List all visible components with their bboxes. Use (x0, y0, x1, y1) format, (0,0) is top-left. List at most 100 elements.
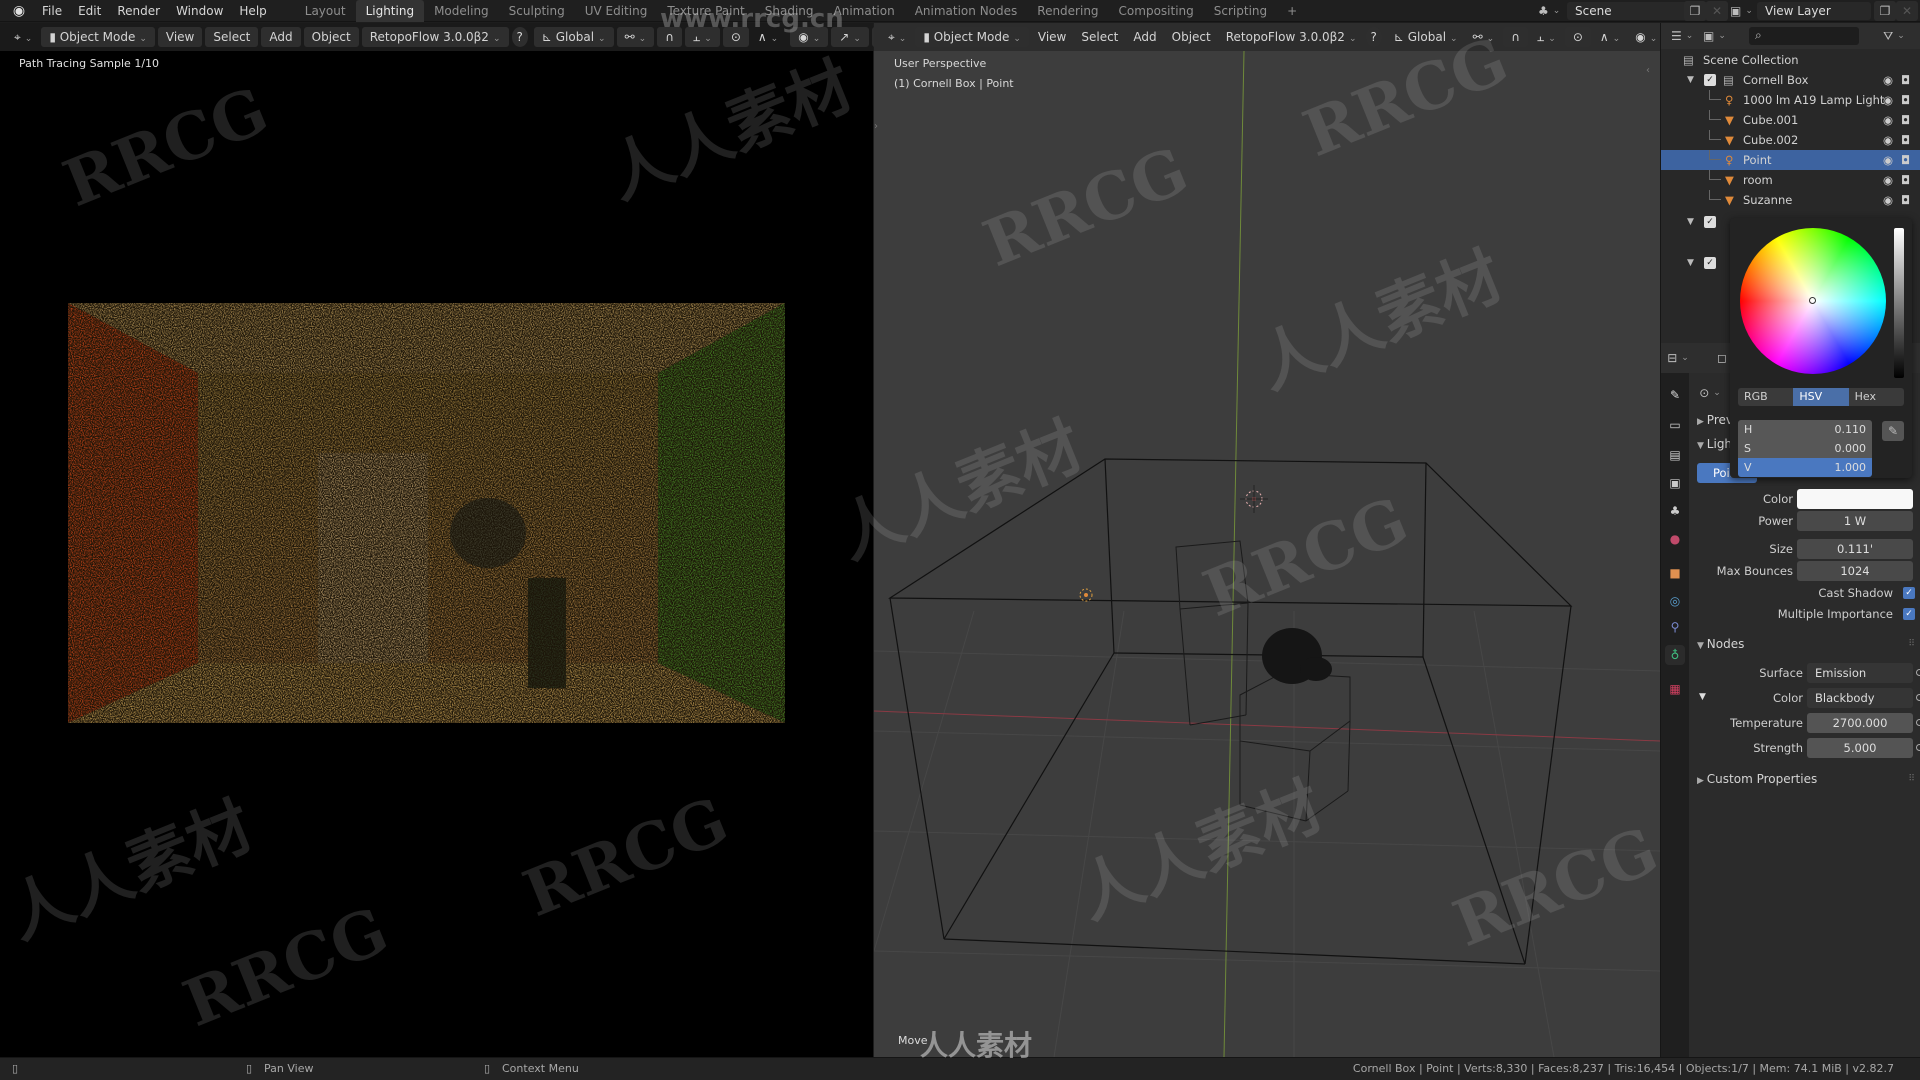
world-tab-icon[interactable]: ● (1665, 529, 1685, 549)
strength-field[interactable]: 5.000 (1807, 738, 1913, 758)
nodes-panel-header[interactable]: ▼ Nodes ⠿ (1689, 633, 1920, 655)
menu-window[interactable]: Window (168, 0, 231, 22)
visibility-icon[interactable]: ◉ ⌄ (1629, 27, 1663, 47)
view-layer-tab-icon[interactable]: ▣ (1665, 473, 1685, 493)
collection-checkbox[interactable]: ✓ (1704, 216, 1716, 228)
value-field[interactable]: V 1.000 (1738, 458, 1872, 477)
socket-icon[interactable] (1916, 719, 1920, 726)
scene-tab-icon[interactable]: ♣ (1665, 501, 1685, 521)
pivot-icon[interactable]: ⚯ ⌄ (1467, 27, 1501, 47)
expand-arrow-icon[interactable]: ▼ (1687, 70, 1694, 90)
socket-icon[interactable] (1916, 694, 1920, 701)
toolbar-expand-icon[interactable]: › (874, 121, 884, 135)
menu-select[interactable]: Select (205, 27, 259, 47)
output-tab-icon[interactable]: ▤ (1665, 445, 1685, 465)
add-workspace-button[interactable]: + (1277, 0, 1307, 22)
hue-field[interactable]: H 0.110 (1738, 420, 1872, 439)
delete-scene-icon[interactable]: ✕ (1706, 1, 1728, 21)
mode-dropdown[interactable]: ▮ Object Mode ⌄ (41, 27, 155, 47)
eye-icon[interactable]: ◉ (1883, 170, 1893, 190)
eye-icon[interactable]: ◉ (1883, 110, 1893, 130)
3d-viewport[interactable]: User Perspective (1) Cornell Box | Point… (874, 51, 1660, 1057)
tab-hsv[interactable]: HSV (1793, 388, 1849, 406)
expand-arrow-icon[interactable]: ▼ (1699, 692, 1706, 702)
expand-arrow-icon[interactable]: ▼ (1687, 212, 1694, 232)
scene-selector-icon[interactable]: ♣ ⌄ (1538, 1, 1560, 21)
delete-view-layer-icon[interactable]: ✕ (1896, 1, 1918, 21)
wheel-cursor[interactable] (1809, 297, 1816, 304)
eye-icon[interactable]: ◉ (1883, 190, 1893, 210)
menu-select[interactable]: Select (1075, 27, 1124, 47)
power-field[interactable]: 1 W (1797, 511, 1913, 531)
menu-view[interactable]: View (1032, 27, 1072, 47)
editor-type-icon[interactable]: ⊟ ⌄ (1667, 348, 1689, 368)
menu-add[interactable]: Add (261, 27, 301, 47)
workspace-tab-scripting[interactable]: Scripting (1204, 0, 1277, 22)
new-scene-icon[interactable]: ❐ (1684, 1, 1706, 21)
eye-icon[interactable]: ◉ (1883, 130, 1893, 150)
lamp-light-gizmo[interactable] (1079, 588, 1093, 602)
outliner-cornell-box[interactable]: ▼ ✓ ▤ Cornell Box ◉ ◘ (1661, 70, 1920, 90)
tab-hex[interactable]: Hex (1849, 388, 1904, 406)
eye-icon[interactable]: ◉ (1883, 150, 1893, 170)
snap-target-icon[interactable]: ⫠ ⌄ (1531, 27, 1562, 47)
menu-object[interactable]: Object (1166, 27, 1217, 47)
menu-add[interactable]: Add (1127, 27, 1162, 47)
help-icon[interactable]: ? (1365, 27, 1382, 47)
multiple-importance-checkbox[interactable]: ✓ (1903, 608, 1915, 620)
workspace-tab-modeling[interactable]: Modeling (424, 0, 499, 22)
tab-rgb[interactable]: RGB (1738, 388, 1793, 406)
expand-arrow-icon[interactable]: ▼ (1687, 253, 1694, 273)
menu-edit[interactable]: Edit (70, 0, 109, 22)
max-bounces-field[interactable]: 1024 (1797, 561, 1913, 581)
surface-dropdown[interactable]: Emission (1807, 663, 1913, 683)
color-swatch[interactable] (1797, 489, 1913, 509)
physics-tab-icon[interactable]: ◎ (1665, 591, 1685, 611)
workspace-tab-animation-nodes[interactable]: Animation Nodes (905, 0, 1028, 22)
color-wheel[interactable] (1740, 228, 1886, 374)
value-slider[interactable] (1894, 228, 1904, 378)
tool-tab-icon[interactable]: ✎ (1665, 385, 1685, 405)
eyedropper-icon[interactable]: ✎ (1882, 421, 1904, 441)
sidebar-expand-icon[interactable]: ‹ (1646, 65, 1656, 79)
menu-help[interactable]: Help (231, 0, 274, 22)
light-data-tab-icon[interactable]: ♁ (1665, 645, 1685, 665)
collection-checkbox[interactable]: ✓ (1704, 74, 1716, 86)
socket-icon[interactable] (1916, 669, 1920, 676)
outliner-scene-collection[interactable]: ▤ Scene Collection (1661, 50, 1920, 70)
outliner-item[interactable]: ▼ Cube.002 ◉ ◘ (1661, 130, 1920, 150)
display-mode-icon[interactable]: ☰ ⌄ (1671, 26, 1693, 46)
workspace-tab-sculpting[interactable]: Sculpting (499, 0, 575, 22)
outliner-item[interactable]: ▼ room ◉ ◘ (1661, 170, 1920, 190)
menu-view[interactable]: View (157, 27, 203, 47)
snap-icon[interactable]: ∩ (1503, 27, 1528, 47)
camera-icon[interactable]: ◘ (1901, 130, 1910, 150)
drag-handle-icon[interactable]: ⠿ (1908, 768, 1915, 790)
falloff-icon[interactable]: ∧ ⌄ (1594, 27, 1626, 47)
outliner-item[interactable]: ♀ Point ◉ ◘ (1661, 150, 1920, 170)
workspace-tab-compositing[interactable]: Compositing (1109, 0, 1204, 22)
object-tab-icon[interactable]: ■ (1665, 563, 1685, 583)
camera-icon[interactable]: ◘ (1901, 170, 1910, 190)
color-node-dropdown[interactable]: Blackbody (1807, 688, 1913, 708)
outliner-item[interactable]: ♀ 1000 lm A19 Lamp Light ◉ ◘ (1661, 90, 1920, 110)
outliner-item[interactable]: ▼ Cube.001 ◉ ◘ (1661, 110, 1920, 130)
view-layer-field[interactable]: View Layer (1757, 2, 1871, 20)
size-field[interactable]: 0.111' (1797, 539, 1913, 559)
point-light-gizmo[interactable] (1240, 485, 1268, 513)
menu-file[interactable]: File (34, 0, 70, 22)
temperature-field[interactable]: 2700.000 (1807, 713, 1913, 733)
texture-tab-icon[interactable]: ▦ (1665, 679, 1685, 699)
eye-icon[interactable]: ◉ (1883, 70, 1893, 90)
retopoflow-dropdown[interactable]: RetopoFlow 3.0.0β2 ⌄ (361, 27, 509, 47)
editor-type-icon[interactable]: ⌖ ⌄ (882, 27, 912, 47)
menu-render[interactable]: Render (109, 0, 168, 22)
filter-icon[interactable]: ⛛ ⌄ (1883, 26, 1905, 46)
render-tab-icon[interactable]: ▭ (1665, 415, 1685, 435)
new-view-layer-icon[interactable]: ❐ (1874, 1, 1896, 21)
retopoflow-dropdown[interactable]: RetopoFlow 3.0.0β2 ⌄ (1220, 27, 1363, 47)
workspace-tab-lighting[interactable]: Lighting (355, 0, 425, 22)
custom-properties-header[interactable]: ▶ Custom Properties ⠿ (1689, 768, 1920, 790)
blender-logo-icon[interactable]: ◉ (10, 3, 28, 19)
collection-checkbox[interactable]: ✓ (1704, 257, 1716, 269)
